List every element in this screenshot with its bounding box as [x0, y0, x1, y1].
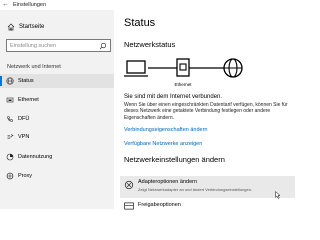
show-available-networks-link[interactable]: Verfügbare Netzwerke anzeigen [124, 140, 202, 148]
sidebar-item-datennutzung[interactable]: Datennutzung [0, 150, 114, 164]
sidebar-item-label: Proxy [18, 173, 33, 179]
connection-status-text: Sie sind mit dem Internet verbunden. [124, 94, 223, 100]
proxy-icon [6, 172, 14, 180]
window-title: Einstellungen [13, 2, 47, 8]
network-status-diagram: Ethernet [124, 58, 243, 87]
sidebar-item-dfu[interactable]: DFÜ [0, 112, 114, 126]
vpn-icon [7, 134, 14, 139]
search-placeholder: Einstellung suchen [10, 43, 57, 49]
connection-info-text: Wenn Sie über einen eingeschränkten Date… [124, 102, 288, 121]
ethernet-adapter-icon [176, 58, 190, 77]
adapter-options-icon [124, 180, 134, 190]
mouse-cursor-icon [275, 191, 281, 199]
change-connection-properties-link[interactable]: Verbindungseigenschaften ändern [124, 126, 207, 134]
sidebar-item-home[interactable]: Startseite [0, 21, 114, 33]
adapter-label: Ethernet [174, 82, 192, 87]
sidebar-home-label: Startseite [19, 24, 45, 30]
active-marker [0, 76, 2, 86]
sidebar-item-status[interactable]: Status [0, 74, 114, 88]
change-network-settings-header: Netzwerkeinstellungen ändern [124, 155, 225, 164]
globe-icon [6, 77, 14, 85]
search-input[interactable]: Einstellung suchen [6, 39, 111, 52]
back-arrow-icon[interactable]: ← [2, 0, 9, 10]
option-description: Zeigt Netzwerkadapter an und ändert Verb… [138, 187, 253, 192]
sidebar-item-ethernet[interactable]: Ethernet [0, 93, 114, 107]
sidebar-item-vpn[interactable]: VPN [0, 130, 114, 144]
main-content: Status Netzwerkstatus Ethernet Sie sind … [114, 10, 300, 212]
sidebar-section-label: Netzwerk und Internet [7, 64, 61, 70]
sharing-options-icon [124, 202, 134, 210]
network-status-header: Netzwerkstatus [124, 40, 176, 49]
computer-icon [124, 60, 148, 77]
option-title: Adapteroptionen ändern [138, 179, 198, 185]
adapter-options-item[interactable]: Adapteroptionen ändern Zeigt Netzwerkada… [120, 176, 295, 199]
search-icon[interactable] [99, 42, 107, 50]
sidebar-item-label: Status [18, 78, 34, 84]
title-bar: ← Einstellungen [0, 0, 300, 10]
sidebar: Startseite Einstellung suchen Netzwerk u… [0, 10, 114, 209]
sharing-options-item[interactable]: Freigabeoptionen [120, 200, 295, 212]
dialup-icon [7, 116, 13, 122]
page-title: Status [124, 17, 156, 29]
sidebar-item-proxy[interactable]: Proxy [0, 169, 114, 183]
sidebar-item-label: DFÜ [18, 116, 30, 122]
option-title: Freigabeoptionen [138, 202, 181, 208]
sidebar-item-label: Datennutzung [18, 154, 53, 160]
data-usage-icon [6, 153, 14, 161]
home-icon [7, 23, 15, 31]
internet-globe-icon [223, 58, 243, 78]
sidebar-item-label: VPN [18, 134, 30, 140]
sidebar-item-label: Ethernet [18, 97, 39, 103]
ethernet-icon [6, 97, 14, 103]
